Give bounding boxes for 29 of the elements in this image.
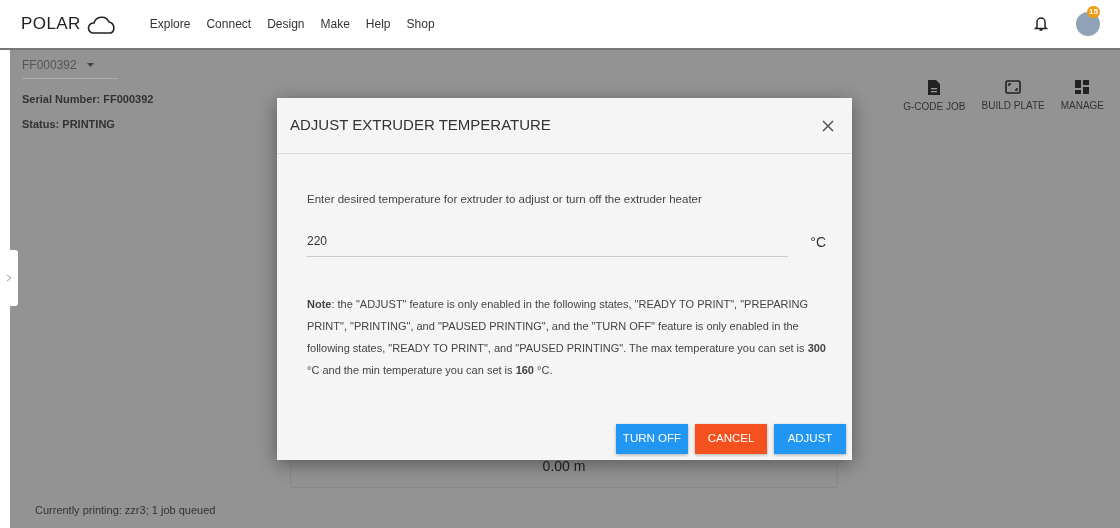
unit-label: °C	[810, 233, 826, 253]
cloud-icon	[86, 13, 117, 35]
avatar[interactable]	[1076, 12, 1100, 36]
serial-number: Serial Number: FF000392	[22, 92, 154, 107]
nav-link[interactable]: Design	[267, 15, 305, 33]
nav-link[interactable]: Make	[320, 15, 350, 33]
document-icon	[928, 80, 941, 95]
nav-link[interactable]: Connect	[206, 15, 252, 33]
toolbar-button[interactable]: BUILD PLATE	[979, 80, 1047, 132]
dialog-title: ADJUST EXTRUDER TEMPERATURE	[290, 115, 551, 136]
toolbar-button[interactable]: MANAGE	[1058, 80, 1106, 132]
caret-icon	[86, 63, 94, 67]
nav-link[interactable]: Explore	[149, 15, 191, 33]
temperature-input[interactable]: 220	[307, 232, 789, 258]
frame-icon	[1005, 80, 1022, 94]
close-icon[interactable]	[822, 119, 834, 132]
chevron-right-icon	[7, 275, 11, 281]
printer-status: Status: PRINTING	[22, 116, 116, 132]
nav-link[interactable]: Shop	[406, 15, 435, 33]
distance-value: 0.00 m	[542, 457, 586, 476]
dashboard-icon	[1075, 80, 1090, 94]
notification-badge: 15	[1087, 6, 1100, 18]
dialog-prompt: Enter desired temperature for extruder to adjust or turn off the extruder heater	[307, 192, 703, 207]
bell-icon[interactable]	[1034, 16, 1048, 32]
note-text: Note: the "ADJUST" feature is only enabled in the following states, "READY TO PRINT", "PREPARING PRINT", "PRINTING", and "PAUSED PRINTING", and the "TURN OFF" feature is only enabled in the following states, "READY TO PRINT", and "PAUSED PRINTING". The max temperature you can set is 300 °C and the min temperature you can set is 160 °C.	[307, 297, 827, 379]
print-queue-text: Currently printing: zzr3; 1 job queued	[35, 503, 216, 518]
logo-text[interactable]: POLAR	[21, 11, 81, 37]
toolbar-button[interactable]: G-CODE JOB	[901, 80, 968, 132]
nav-link[interactable]: Help	[365, 15, 391, 33]
